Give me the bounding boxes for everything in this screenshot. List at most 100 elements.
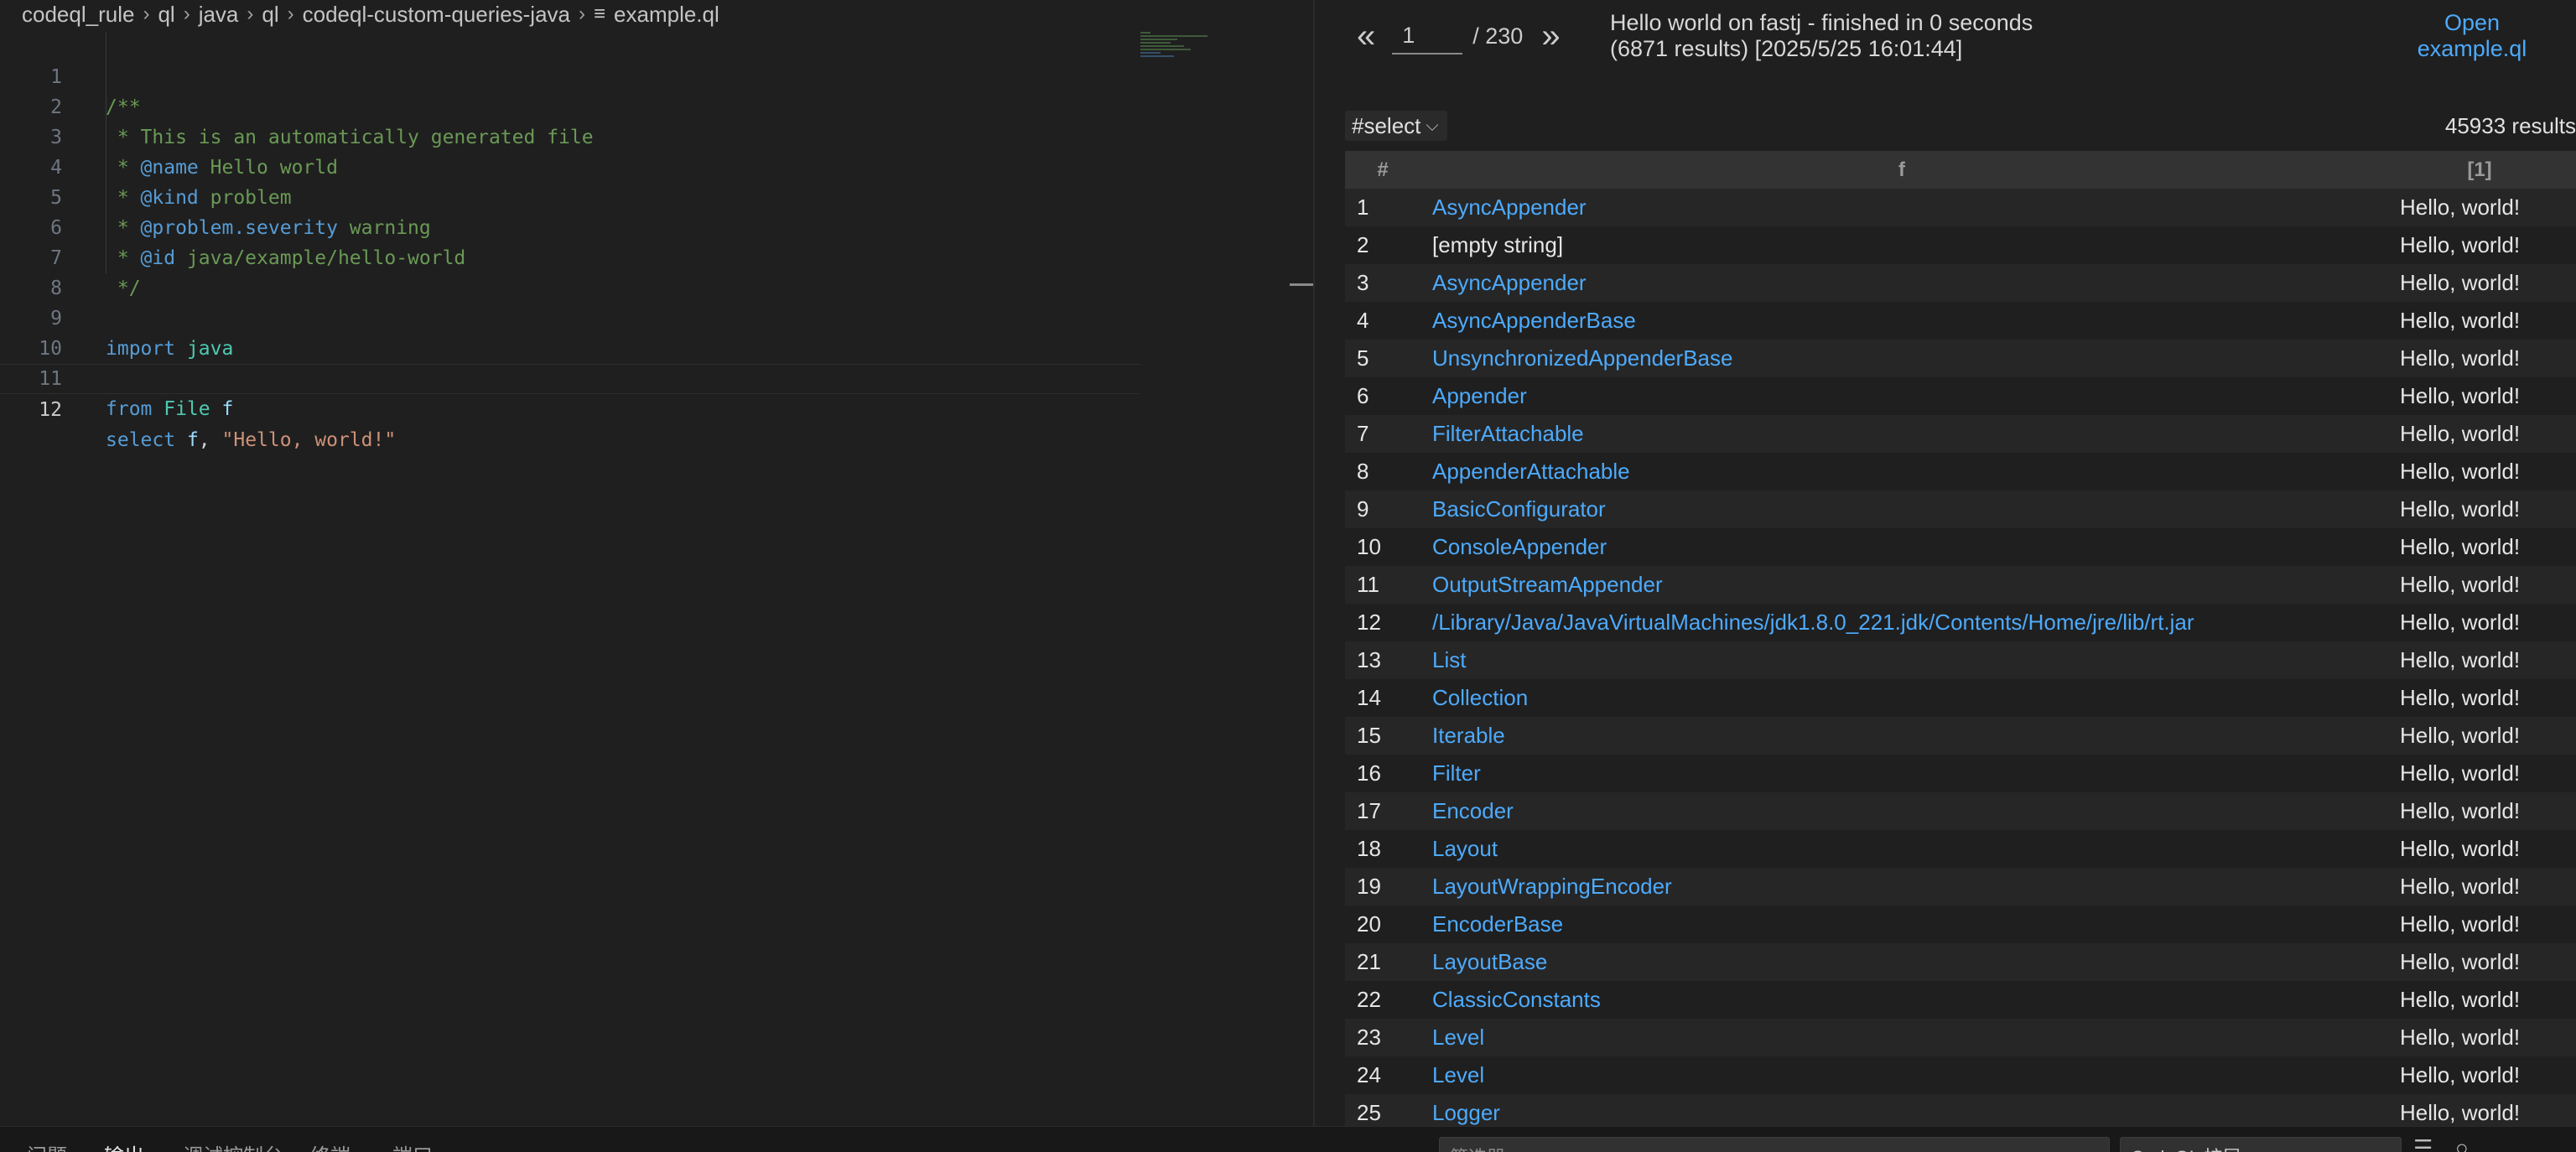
code-line[interactable]: 5 * @problem.severity warning xyxy=(0,153,1140,239)
breadcrumb-item[interactable]: codeql_rule xyxy=(22,2,134,28)
cell-f: AsyncAppenderBase xyxy=(1420,302,2383,340)
output-filter-input[interactable]: 筛选器 xyxy=(1439,1137,2110,1152)
minimap-line xyxy=(1140,39,1177,40)
cell-f-link[interactable]: ClassicConstants xyxy=(1432,987,1601,1012)
tab-ports[interactable]: 端口 xyxy=(392,1139,433,1152)
table-row[interactable]: 2 [empty string] Hello, world! xyxy=(1345,226,2576,264)
table-row[interactable]: 20 EncoderBase Hello, world! xyxy=(1345,906,2576,943)
code-line[interactable]: 10 xyxy=(0,304,1140,360)
code-line[interactable]: 4 * @kind problem xyxy=(0,122,1140,209)
cell-f-link[interactable]: List xyxy=(1432,647,1466,672)
list-icon[interactable]: ☰ xyxy=(2413,1135,2433,1152)
cell-f-link[interactable]: Filter xyxy=(1432,760,1481,786)
table-row[interactable]: 6 Appender Hello, world! xyxy=(1345,377,2576,415)
cell-f-link[interactable]: Encoder xyxy=(1432,798,1514,823)
table-row[interactable]: 22 ClassicConstants Hello, world! xyxy=(1345,981,2576,1019)
code-line[interactable]: 11 from File f xyxy=(0,334,1140,420)
output-channel-select[interactable]: CodeQL 扩展 xyxy=(2120,1137,2402,1152)
prev-page-button[interactable]: « xyxy=(1357,19,1375,53)
cell-f-link[interactable]: AsyncAppender xyxy=(1432,195,1587,220)
cell-f-link[interactable]: LayoutBase xyxy=(1432,949,1547,974)
code-token: from xyxy=(106,398,153,420)
cell-f-link[interactable]: FilterAttachable xyxy=(1432,421,1584,446)
breadcrumb-item[interactable]: java xyxy=(199,2,239,28)
table-row[interactable]: 15 Iterable Hello, world! xyxy=(1345,717,2576,755)
result-set-select[interactable]: #select ⌵ xyxy=(1345,111,1447,141)
tab-problems[interactable]: 问题 xyxy=(27,1139,67,1152)
cell-f-link[interactable]: Layout xyxy=(1432,836,1498,861)
table-row[interactable]: 8 AppenderAttachable Hello, world! xyxy=(1345,453,2576,490)
cell-f-link[interactable]: ConsoleAppender xyxy=(1432,534,1607,559)
table-row[interactable]: 17 Encoder Hello, world! xyxy=(1345,792,2576,830)
table-row[interactable]: 4 AsyncAppenderBase Hello, world! xyxy=(1345,302,2576,340)
table-row[interactable]: 5 UnsynchronizedAppenderBase Hello, world! xyxy=(1345,340,2576,377)
cell-f-link[interactable]: Iterable xyxy=(1432,723,1505,748)
cell-value: Hello, world! xyxy=(2383,830,2576,868)
cell-f-link[interactable]: AsyncAppenderBase xyxy=(1432,308,1636,333)
minimap-line xyxy=(1140,49,1191,50)
cell-f-link[interactable]: UnsynchronizedAppenderBase xyxy=(1432,345,1732,371)
cell-f-link[interactable]: BasicConfigurator xyxy=(1432,496,1606,522)
code-line[interactable]: 8 xyxy=(0,243,1140,299)
code-line[interactable]: 7 */ xyxy=(0,213,1140,299)
table-row[interactable]: 10 ConsoleAppender Hello, world! xyxy=(1345,528,2576,566)
cell-f-link[interactable]: LayoutWrappingEncoder xyxy=(1432,874,1672,899)
code-line[interactable]: 6 * @id java/example/hello-world xyxy=(0,183,1140,269)
code-line[interactable]: 1 /** xyxy=(0,32,1140,118)
row-index: 16 xyxy=(1345,755,1420,792)
tab-output[interactable]: 输出 xyxy=(104,1139,144,1152)
cell-value: Hello, world! xyxy=(2383,641,2576,679)
code-line[interactable]: 9 import java xyxy=(0,273,1140,360)
code-editor[interactable]: 1 /** 2 * This is an automatically gener… xyxy=(0,32,1140,451)
cell-f: BasicConfigurator xyxy=(1420,490,2383,528)
tab-terminal[interactable]: 终端 xyxy=(310,1139,351,1152)
breadcrumb-item[interactable]: ql xyxy=(262,2,278,28)
cell-f-link[interactable]: Level xyxy=(1432,1025,1484,1050)
open-query-link[interactable]: Open example.ql xyxy=(2397,10,2547,62)
cell-f-link[interactable]: EncoderBase xyxy=(1432,911,1563,937)
table-row[interactable]: 7 FilterAttachable Hello, world! xyxy=(1345,415,2576,453)
cell-f-link[interactable]: Level xyxy=(1432,1062,1484,1087)
cell-f-link[interactable]: AsyncAppender xyxy=(1432,270,1587,295)
table-row[interactable]: 24 Level Hello, world! xyxy=(1345,1056,2576,1094)
table-row[interactable]: 12/Library/Java/JavaVirtualMachines/jdk1… xyxy=(1345,604,2576,641)
cell-f: OutputStreamAppender xyxy=(1420,566,2383,604)
tab-debug-console[interactable]: 调试控制台 xyxy=(183,1139,283,1152)
column-header-index[interactable]: # xyxy=(1345,151,1420,189)
cell-value: Hello, world! xyxy=(2383,981,2576,1019)
cell-f-link[interactable]: Logger xyxy=(1432,1100,1500,1125)
row-index: 13 xyxy=(1345,641,1420,679)
page-number-input[interactable] xyxy=(1392,18,1463,54)
next-page-button[interactable]: » xyxy=(1541,19,1560,53)
cell-f-link[interactable]: OutputStreamAppender xyxy=(1432,572,1663,597)
code-line-current[interactable]: 12 select f, "Hello, world!" xyxy=(0,364,1140,451)
cell-value: Hello, world! xyxy=(2383,792,2576,830)
table-row[interactable]: 14 Collection Hello, world! xyxy=(1345,679,2576,717)
cell-f: AppenderAttachable xyxy=(1420,453,2383,490)
breadcrumb-file[interactable]: example.ql xyxy=(614,2,719,28)
table-row[interactable]: 1 AsyncAppender Hello, world! xyxy=(1345,189,2576,226)
code-line[interactable]: 3 * @name Hello world xyxy=(0,92,1140,179)
table-row[interactable]: 13 List Hello, world! xyxy=(1345,641,2576,679)
table-row[interactable]: 21 LayoutBase Hello, world! xyxy=(1345,943,2576,981)
code-line[interactable]: 2 * This is an automatically generated f… xyxy=(0,62,1140,148)
column-header-f[interactable]: f xyxy=(1420,151,2383,189)
cell-f-link[interactable]: /Library/Java/JavaVirtualMachines/jdk1.8… xyxy=(1432,610,2194,635)
cell-f-link[interactable]: AppenderAttachable xyxy=(1432,459,1630,484)
breadcrumb-item[interactable]: codeql-custom-queries-java xyxy=(303,2,570,28)
table-row[interactable]: 16 Filter Hello, world! xyxy=(1345,755,2576,792)
table-row[interactable]: 23 Level Hello, world! xyxy=(1345,1019,2576,1056)
table-row[interactable]: 11 OutputStreamAppender Hello, world! xyxy=(1345,566,2576,604)
cell-value: Hello, world! xyxy=(2383,264,2576,302)
cell-f-link[interactable]: Appender xyxy=(1432,383,1527,408)
table-row[interactable]: 9 BasicConfigurator Hello, world! xyxy=(1345,490,2576,528)
row-index: 2 xyxy=(1345,226,1420,264)
table-row[interactable]: 18 Layout Hello, world! xyxy=(1345,830,2576,868)
table-row[interactable]: 3 AsyncAppender Hello, world! xyxy=(1345,264,2576,302)
breadcrumb-item[interactable]: ql xyxy=(158,2,174,28)
minimap[interactable] xyxy=(1140,32,1211,74)
cell-f-link[interactable]: Collection xyxy=(1432,685,1528,710)
table-row[interactable]: 19 LayoutWrappingEncoder Hello, world! xyxy=(1345,868,2576,906)
lock-icon[interactable]: ○ xyxy=(2455,1135,2469,1152)
column-header-1[interactable]: [1] xyxy=(2383,151,2576,189)
